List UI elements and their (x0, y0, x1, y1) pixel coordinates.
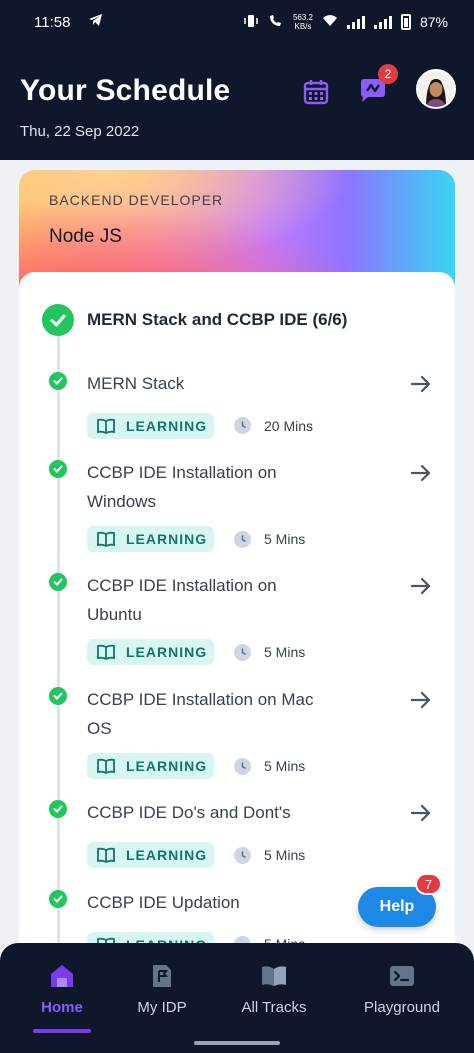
signal-icon-2 (373, 15, 392, 29)
network-speed-unit: KB/s (294, 22, 312, 31)
clock-icon (234, 758, 251, 775)
section-complete-icon (42, 304, 74, 336)
learning-badge: LEARNING (87, 526, 214, 552)
item-title[interactable]: CCBP IDE Installation on Ubuntu (87, 571, 317, 629)
battery-icon (400, 14, 411, 30)
timeline-line (57, 330, 60, 970)
nav-label-playground: Playground (364, 999, 440, 1016)
arrow-right-icon[interactable] (410, 575, 432, 597)
notification-badge: 2 (378, 64, 398, 84)
nav-label-all-tracks: All Tracks (241, 999, 307, 1016)
badge-label: LEARNING (126, 418, 208, 434)
open-book-icon (260, 963, 288, 989)
app-header: Your Schedule Thu, 22 Sep 2022 2 (0, 44, 474, 160)
help-count-badge: 7 (415, 873, 442, 895)
item-duration: 5 Mins (264, 847, 306, 863)
clock-icon (234, 417, 251, 434)
terminal-icon (388, 963, 416, 989)
nav-label-my-idp: My IDP (137, 999, 187, 1016)
nav-my-idp[interactable]: My IDP (122, 943, 202, 1035)
volte-call-icon (268, 14, 284, 31)
check-icon (49, 687, 67, 705)
arrow-right-icon[interactable] (410, 802, 432, 824)
badge-label: LEARNING (126, 644, 208, 660)
page-date: Thu, 22 Sep 2022 (20, 123, 140, 140)
active-tab-indicator (33, 1029, 91, 1033)
telegram-icon (88, 13, 103, 31)
flag-document-icon (148, 963, 176, 989)
book-icon (97, 847, 115, 863)
nav-home[interactable]: Home (22, 943, 102, 1035)
check-icon (49, 372, 67, 390)
clock-icon (234, 644, 251, 661)
status-bar: 11:58 563.2 KB/s 87% (0, 0, 474, 44)
arrow-right-icon[interactable] (410, 373, 432, 395)
calendar-icon[interactable] (302, 78, 330, 106)
avatar[interactable] (416, 69, 456, 109)
network-speed: 563.2 KB/s (293, 13, 313, 31)
nav-playground[interactable]: Playground (352, 943, 452, 1035)
learning-badge: LEARNING (87, 842, 214, 868)
arrow-right-icon[interactable] (410, 689, 432, 711)
item-title[interactable]: MERN Stack (87, 369, 317, 398)
badge-label: LEARNING (126, 847, 208, 863)
learning-badge: LEARNING (87, 413, 214, 439)
status-time: 11:58 (34, 13, 71, 31)
item-title[interactable]: CCBP IDE Updation (87, 888, 317, 917)
bottom-navigation: Home My IDP All Tracks Playground (0, 943, 474, 1053)
section-title[interactable]: MERN Stack and CCBP IDE (6/6) (87, 310, 347, 330)
nav-label-home: Home (41, 999, 83, 1016)
course-category: BACKEND DEVELOPER (49, 192, 224, 208)
check-icon (49, 460, 67, 478)
page-title: Your Schedule (20, 74, 231, 107)
clock-icon (234, 847, 251, 864)
check-icon (49, 573, 67, 591)
book-icon (97, 531, 115, 547)
wifi-icon (322, 14, 338, 30)
book-icon (97, 644, 115, 660)
item-duration: 5 Mins (264, 644, 306, 660)
vibrate-icon (243, 14, 259, 31)
item-duration: 20 Mins (264, 418, 314, 434)
check-icon (49, 800, 67, 818)
gesture-bar[interactable] (194, 1041, 280, 1045)
signal-icon (346, 15, 365, 29)
learning-badge: LEARNING (87, 753, 214, 779)
badge-label: LEARNING (126, 531, 208, 547)
badge-label: LEARNING (126, 758, 208, 774)
item-title[interactable]: CCBP IDE Installation on Windows (87, 458, 317, 516)
check-icon (49, 890, 67, 908)
clock-icon (234, 531, 251, 548)
battery-level: 87% (419, 14, 448, 30)
book-icon (97, 418, 115, 434)
item-duration: 5 Mins (264, 758, 306, 774)
item-title[interactable]: CCBP IDE Do's and Dont's (87, 798, 317, 827)
learning-badge: LEARNING (87, 639, 214, 665)
arrow-right-icon[interactable] (410, 462, 432, 484)
item-title[interactable]: CCBP IDE Installation on Mac OS (87, 685, 317, 743)
course-title: Node JS (49, 226, 122, 247)
book-icon (97, 758, 115, 774)
item-duration: 5 Mins (264, 531, 306, 547)
nav-all-tracks[interactable]: All Tracks (229, 943, 319, 1035)
home-icon (48, 963, 76, 989)
network-speed-value: 563.2 (292, 13, 313, 22)
